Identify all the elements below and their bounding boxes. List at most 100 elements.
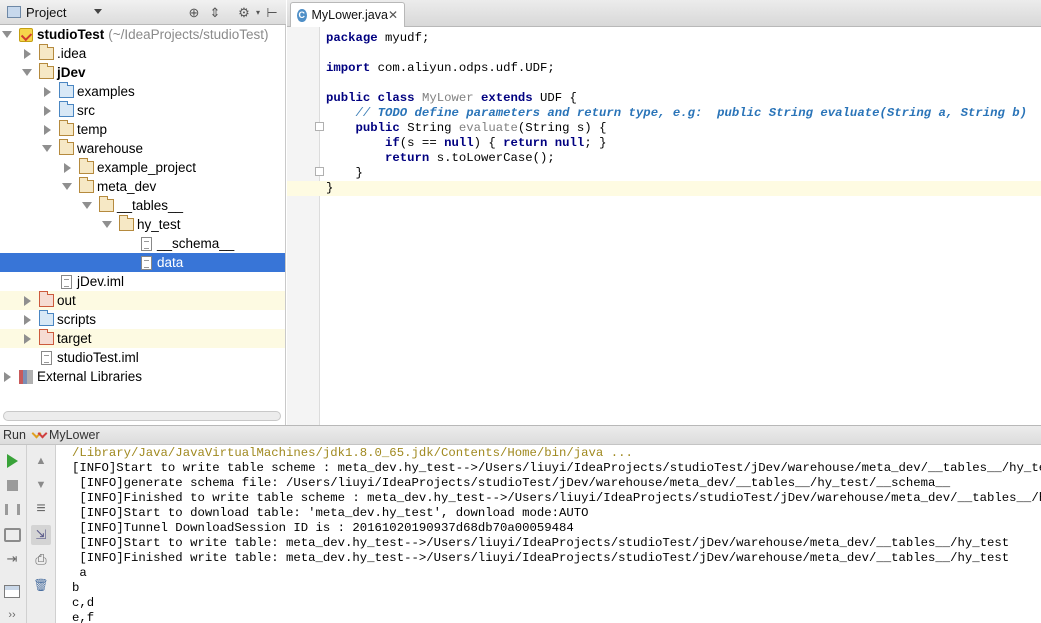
tree-item-src[interactable]: src [0, 101, 285, 120]
collapsed-arrow-icon[interactable] [41, 105, 53, 117]
expanded-arrow-icon[interactable] [81, 200, 93, 212]
tree-item-studiotest-iml[interactable]: studioTest.iml [0, 348, 285, 367]
tree-item-external-libraries[interactable]: External Libraries [0, 367, 285, 386]
console-line: [INFO]Finished to write table scheme : m… [72, 491, 1041, 505]
tree-item-path: (~/IdeaProjects/studioTest) [108, 27, 269, 42]
print-icon[interactable] [31, 549, 51, 569]
tree-item-example-project[interactable]: example_project [0, 158, 285, 177]
collapsed-arrow-icon[interactable] [1, 371, 13, 383]
project-view-icon [7, 6, 21, 18]
tree-item-idea[interactable]: .idea [0, 44, 285, 63]
tree-item-jdev-iml[interactable]: jDev.iml [0, 272, 285, 291]
tab-label: MyLower.java [311, 8, 388, 22]
collapsed-arrow-icon[interactable] [41, 86, 53, 98]
tree-item-label: __tables__ [117, 198, 184, 213]
expanded-arrow-icon[interactable] [61, 181, 73, 193]
folder-icon [39, 44, 54, 60]
folder-icon [59, 139, 74, 155]
expanded-arrow-icon[interactable] [1, 29, 13, 41]
scroll-from-source-icon[interactable]: ⊕ [186, 5, 202, 20]
restore-layout-icon[interactable] [2, 581, 22, 601]
code-token: ; } [584, 136, 607, 150]
code-token: MyLower [421, 91, 481, 105]
tree-item-label: meta_dev [97, 179, 157, 194]
clear-all-trash-icon[interactable] [31, 575, 51, 595]
tree-item-scripts[interactable]: scripts [0, 310, 285, 329]
tree-item-warehouse[interactable]: warehouse [0, 139, 285, 158]
tree-item-target[interactable]: target [0, 329, 285, 348]
tree-item-tables[interactable]: __tables__ [0, 196, 285, 215]
folder-icon [99, 196, 114, 212]
tree-item-schema[interactable]: __schema__ [0, 234, 285, 253]
tree-item-label: temp [77, 122, 108, 137]
code-token: package [326, 31, 386, 45]
down-stack-icon[interactable] [31, 475, 51, 495]
expanded-arrow-icon[interactable] [101, 219, 113, 231]
console-line: [INFO]generate schema file: /Users/liuyi… [72, 476, 951, 490]
source-folder-icon [39, 310, 54, 326]
code-area[interactable]: package myudf; import com.aliyun.odps.udf… [287, 27, 1041, 425]
exit-icon[interactable] [2, 549, 22, 569]
source-folder-icon [59, 82, 74, 98]
code-line: package myudf; [326, 31, 429, 46]
project-view-selector[interactable]: Project [2, 2, 106, 22]
up-stack-icon[interactable] [31, 451, 51, 471]
tree-item-hy-test[interactable]: hy_test [0, 215, 285, 234]
tree-item-label: jDev [57, 65, 86, 80]
file-icon [141, 255, 152, 270]
code-line: public class MyLower extends UDF { [326, 91, 577, 106]
rerun-play-icon[interactable] [2, 451, 22, 471]
hide-panel-icon[interactable]: ⊢ [264, 5, 280, 20]
console-line: e,f [72, 611, 95, 623]
tab-mylower-java[interactable]: C MyLower.java ✕ [290, 2, 405, 27]
collapsed-arrow-icon[interactable] [41, 124, 53, 136]
tree-horizontal-scrollbar[interactable] [3, 411, 281, 421]
collapse-all-icon[interactable]: ⇕ [207, 5, 223, 20]
tree-item-examples[interactable]: examples [0, 82, 285, 101]
console-line: [INFO]Start to write table scheme : meta… [72, 461, 1041, 475]
file-icon [41, 350, 52, 365]
editor-tab-bar: C MyLower.java ✕ [287, 0, 1041, 27]
collapsed-arrow-icon[interactable] [21, 333, 33, 345]
console-line: [INFO]Tunnel DownloadSession ID is : 201… [72, 521, 574, 535]
close-tab-icon[interactable]: ✕ [388, 8, 398, 22]
code-token: (String s) { [517, 121, 607, 135]
file-icon [61, 274, 72, 289]
pause-icon[interactable] [2, 499, 22, 519]
tree-item-label: data [157, 255, 184, 270]
console-line: [INFO]Start to write table: meta_dev.hy_… [72, 536, 1010, 550]
expanded-arrow-icon[interactable] [41, 143, 53, 155]
tree-item-label: examples [77, 84, 135, 99]
run-toolbar-secondary [27, 445, 56, 623]
console-output[interactable]: /Library/Java/JavaVirtualMachines/jdk1.8… [57, 445, 1041, 623]
soft-wrap-icon[interactable] [31, 499, 51, 519]
project-toolbar: Project ⊕ ⇕ ⚙ ▾ ⊢ [0, 0, 286, 25]
more-actions-icon[interactable] [2, 605, 22, 623]
tree-item-jdev[interactable]: jDev [0, 63, 285, 82]
tree-item-label: studioTest.iml [57, 350, 139, 365]
tree-item-meta-dev[interactable]: meta_dev [0, 177, 285, 196]
collapsed-arrow-icon[interactable] [61, 162, 73, 174]
tree-item-data[interactable]: data [0, 253, 285, 272]
tree-item-out[interactable]: out [0, 291, 285, 310]
tree-item-label: jDev.iml [77, 274, 124, 289]
tree-item-studiotest[interactable]: studioTest (~/IdeaProjects/studioTest) [0, 25, 285, 44]
tree-item-temp[interactable]: temp [0, 120, 285, 139]
code-token: // [326, 106, 378, 120]
module-icon [19, 27, 33, 42]
folder-icon [79, 158, 94, 174]
stop-icon[interactable] [2, 475, 22, 495]
collapsed-arrow-icon[interactable] [21, 48, 33, 60]
collapsed-arrow-icon[interactable] [21, 314, 33, 326]
folder-icon [59, 120, 74, 136]
console-line: c,d [72, 596, 95, 610]
code-token: (s == [399, 136, 445, 150]
scroll-to-end-icon[interactable] [31, 525, 51, 545]
code-line: if(s == null) { return null; } [326, 136, 606, 151]
collapsed-arrow-icon[interactable] [21, 295, 33, 307]
dump-threads-icon[interactable] [2, 525, 22, 545]
expanded-arrow-icon[interactable] [21, 67, 33, 79]
